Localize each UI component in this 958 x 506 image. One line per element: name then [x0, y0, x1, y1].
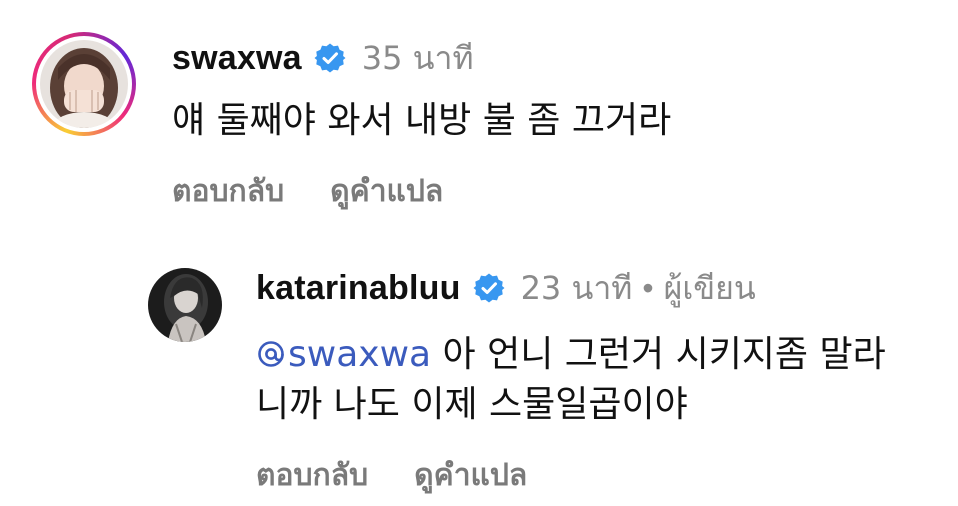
- verified-badge-icon: [473, 272, 505, 304]
- author-badge: ผู้เขียน: [663, 268, 756, 307]
- reply-text: swaxwa 아 언니 그런거 시키지좀 말라 니까 나도 이제 스물일곱이야: [256, 330, 886, 430]
- reply-header: katarinabluu 23 นาที • ผู้เขียน: [256, 266, 756, 310]
- timestamp: 23 นาที: [520, 268, 633, 307]
- avatar[interactable]: [148, 268, 222, 342]
- mention-username: swaxwa: [288, 334, 432, 375]
- comment-header: swaxwa 35 นาที: [172, 36, 474, 80]
- username[interactable]: katarinabluu: [256, 269, 461, 308]
- reply-text-line2: 니까 나도 이제 스물일곱이야: [256, 384, 688, 425]
- reply-button[interactable]: ตอบกลับ: [256, 452, 368, 499]
- separator-dot: •: [642, 269, 654, 306]
- timestamp: 35 นาที: [361, 38, 474, 77]
- threads-at-icon: [256, 333, 286, 367]
- mention-link[interactable]: swaxwa: [256, 334, 431, 375]
- avatar[interactable]: [40, 40, 128, 128]
- reply-button[interactable]: ตอบกลับ: [172, 168, 284, 215]
- verified-badge-icon: [314, 42, 346, 74]
- reply-actions: ตอบกลับ ดูคำแปล: [256, 452, 573, 499]
- comment-actions: ตอบกลับ ดูคำแปล: [172, 168, 489, 215]
- translate-button[interactable]: ดูคำแปล: [330, 168, 443, 215]
- username[interactable]: swaxwa: [172, 39, 302, 78]
- translate-button[interactable]: ดูคำแปล: [414, 452, 527, 499]
- reply-text-line1: 아 언니 그런거 시키지좀 말라: [431, 334, 886, 375]
- comment-text: 얘 둘째야 와서 내방 불 좀 끄거라: [172, 100, 672, 141]
